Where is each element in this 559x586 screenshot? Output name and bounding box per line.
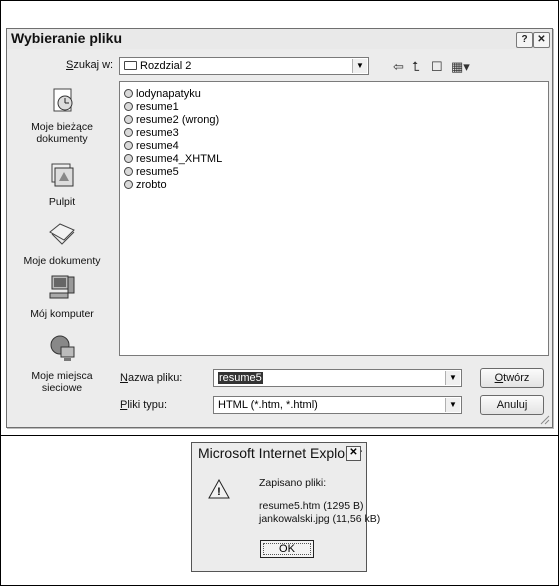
file-name: zrobto — [136, 179, 167, 191]
chevron-down-icon[interactable]: ▼ — [445, 398, 460, 412]
alert-title: Microsoft Internet Explorer — [198, 445, 363, 461]
lookin-value: Rozdzial 2 — [124, 60, 191, 72]
ok-button[interactable]: OK — [260, 540, 314, 558]
file-name: lodynapatyku — [136, 88, 201, 100]
resize-grip-icon[interactable] — [540, 415, 550, 425]
filetype-label: Pliki typu: — [120, 399, 168, 411]
lookin-label-text: zukaj w: — [73, 59, 114, 71]
html-file-icon — [124, 180, 133, 189]
lookin-combo[interactable]: Rozdzial 2 ▼ — [119, 57, 369, 75]
place-desktop[interactable]: Pulpit — [9, 159, 115, 208]
filetype-label-text: liki typu: — [127, 399, 168, 411]
file-name: resume4_XHTML — [136, 153, 223, 165]
file-name: resume1 — [136, 101, 179, 113]
my-computer-icon — [49, 275, 75, 299]
desktop-icon — [51, 163, 74, 187]
file-name: resume5 — [136, 166, 179, 178]
network-places-icon — [50, 335, 75, 361]
place-label: Moje dokumenty — [23, 255, 101, 267]
view-menu-icon[interactable]: ▦▾ — [451, 59, 470, 75]
place-label: Moje bieżące dokumenty — [31, 121, 93, 145]
filename-input[interactable]: resume5 ▼ — [213, 369, 462, 387]
alert-line: jankowalski.jpg (11,56 kB) — [259, 513, 381, 525]
filetype-select[interactable]: HTML (*.htm, *.html) ▼ — [213, 396, 462, 414]
html-file-icon — [124, 89, 133, 98]
list-item[interactable]: resume4_XHTML — [124, 153, 222, 166]
cancel-button[interactable]: Anuluj — [480, 395, 544, 415]
place-label: Mój komputer — [30, 308, 94, 320]
alert-dialog: Microsoft Internet Explorer ✕ ! Zapisano… — [191, 442, 380, 572]
open-button-text: twórz — [503, 372, 530, 384]
chevron-down-icon[interactable]: ▼ — [445, 371, 460, 385]
html-file-icon — [124, 115, 133, 124]
list-item[interactable]: resume3 — [124, 127, 179, 140]
folder-icon — [124, 61, 137, 70]
up-folder-icon[interactable]: ⮤ — [412, 59, 420, 75]
html-file-icon — [124, 128, 133, 137]
file-name: resume3 — [136, 127, 179, 139]
new-folder-icon[interactable]: ☐ — [431, 59, 443, 75]
recent-documents-icon — [53, 88, 73, 112]
alert-close-button[interactable]: ✕ — [346, 446, 361, 461]
filetype-value: HTML (*.htm, *.html) — [218, 399, 318, 411]
list-item[interactable]: resume4 — [124, 140, 179, 153]
filename-label-text: azwa pliku: — [127, 372, 183, 384]
place-network[interactable]: Moje miejsca sieciowe — [9, 333, 115, 394]
html-file-icon — [124, 167, 133, 176]
place-label: Pulpit — [48, 196, 76, 208]
filename-value-text: resume5 — [218, 372, 263, 384]
back-icon[interactable]: ⇦ — [393, 59, 404, 75]
filename-value: resume5 — [218, 372, 263, 384]
list-item[interactable]: resume2 (wrong) — [124, 114, 219, 127]
place-label: Moje miejsca sieciowe — [31, 370, 93, 394]
filename-label: Nazwa pliku: — [120, 372, 183, 384]
alert-message: Zapisano pliki: — [259, 477, 327, 489]
chevron-down-icon[interactable]: ▼ — [352, 59, 367, 73]
list-item[interactable]: resume1 — [124, 101, 179, 114]
lookin-label: Szukaj w: — [66, 59, 114, 71]
place-my-computer[interactable]: Mój komputer — [9, 271, 115, 320]
list-item[interactable]: lodynapatyku — [124, 88, 201, 101]
place-my-documents[interactable]: Moje dokumenty — [9, 218, 115, 267]
close-button[interactable]: ✕ — [533, 32, 550, 48]
divider — [1, 435, 558, 436]
file-list[interactable]: lodynapatyku resume1 resume2 (wrong) res… — [119, 81, 549, 356]
html-file-icon — [124, 154, 133, 163]
open-button[interactable]: Otwórz — [480, 368, 544, 388]
lookin-value-text: Rozdzial 2 — [140, 60, 192, 72]
place-recent[interactable]: Moje bieżące dokumenty — [9, 84, 115, 145]
warning-icon: ! — [208, 479, 230, 499]
file-name: resume4 — [136, 140, 179, 152]
my-documents-icon — [49, 223, 75, 245]
svg-text:!: ! — [217, 486, 221, 498]
list-item[interactable]: resume5 — [124, 166, 179, 179]
html-file-icon — [124, 102, 133, 111]
dialog-titlebar: Wybieranie pliku ? ✕ — [7, 29, 552, 49]
file-name: resume2 (wrong) — [136, 114, 220, 126]
file-dialog: Wybieranie pliku ? ✕ Szukaj w: Rozdzial … — [6, 28, 553, 428]
html-file-icon — [124, 141, 133, 150]
alert-line: resume5.htm (1295 B) — [259, 500, 364, 512]
list-item[interactable]: zrobto — [124, 179, 167, 192]
dialog-title: Wybieranie pliku — [11, 30, 122, 46]
help-button[interactable]: ? — [516, 32, 533, 48]
places-bar: Moje bieżące dokumenty Pulpit Moje dokum… — [9, 81, 115, 407]
